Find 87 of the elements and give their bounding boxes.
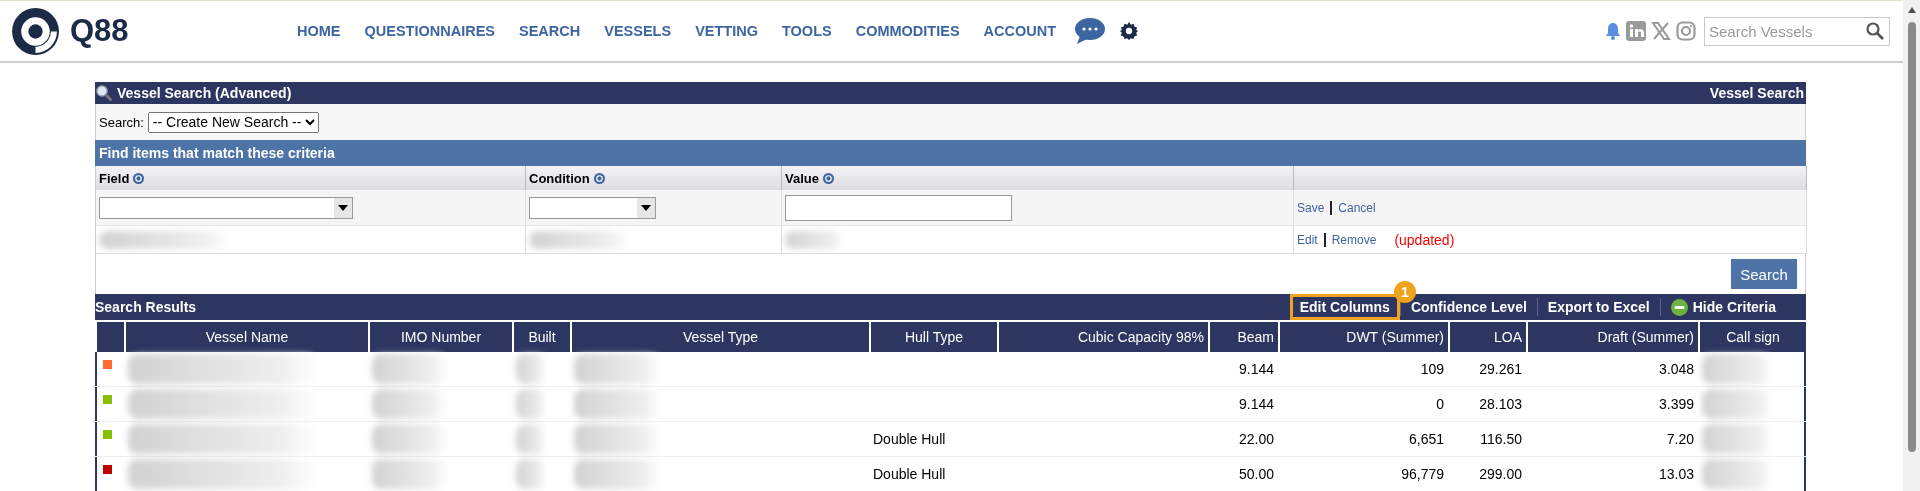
table-cell: 299.00	[1479, 466, 1522, 482]
instagram-icon[interactable]	[1676, 21, 1696, 41]
table-cell: 7.20	[1666, 431, 1694, 447]
nav-link[interactable]: ACCOUNT	[983, 23, 1057, 39]
column-header[interactable]: Built	[512, 320, 570, 352]
search-field[interactable]: Search Vessels	[1704, 16, 1890, 46]
table-cell: 96,779	[1401, 466, 1444, 482]
blurred-text	[1702, 389, 1772, 419]
logo-icon	[10, 5, 61, 57]
saved-search-dropdown[interactable]: -- Create New Search --	[147, 111, 319, 133]
bell-icon[interactable]	[1605, 22, 1621, 40]
panel-subtitle: Vessel Search	[1709, 85, 1804, 101]
table-cell: 28.103	[1479, 396, 1522, 412]
nav-link[interactable]: HOME	[297, 23, 341, 39]
column-header[interactable]: Vessel Type	[570, 320, 869, 352]
table-cell: 6,651	[1408, 431, 1444, 447]
column-heading: Value	[785, 170, 819, 186]
table-cell: 3.048	[1658, 361, 1694, 377]
linkedin-icon[interactable]	[1626, 21, 1646, 41]
column-header[interactable]: LOA	[1448, 320, 1526, 352]
table-cell: 0	[1436, 396, 1444, 412]
action-link[interactable]: Save	[1297, 200, 1325, 215]
help-icon[interactable]	[133, 172, 145, 184]
scroll-up-arrow-icon[interactable]	[1906, 6, 1917, 14]
table-cell: 109	[1420, 361, 1444, 377]
column-header[interactable]: Beam	[1208, 320, 1278, 352]
column-header[interactable]: Cubic Capacity 98%	[997, 320, 1208, 352]
blurred-text	[785, 230, 845, 249]
value-field[interactable]	[785, 194, 1012, 221]
toolbar-link[interactable]: Edit Columns	[1289, 294, 1400, 320]
blurred-text	[1702, 424, 1772, 454]
toolbar-link[interactable]: Export to Excel	[1537, 294, 1660, 320]
magnifier-icon	[95, 84, 113, 102]
column-heading: Field	[99, 170, 130, 186]
blurred-text	[516, 354, 546, 384]
action-link[interactable]: Cancel	[1338, 200, 1376, 215]
help-icon[interactable]	[593, 172, 605, 184]
chat-bubble-icon[interactable]	[1074, 17, 1107, 45]
table-cell: Double Hull	[873, 466, 946, 482]
blurred-text	[1702, 459, 1772, 489]
panel-title: Vessel Search (Advanced)	[117, 85, 292, 101]
action-link[interactable]: Remove	[1331, 232, 1377, 247]
field-dropdown[interactable]	[99, 196, 353, 219]
column-heading: Condition	[529, 170, 590, 186]
nav-link[interactable]: QUESTIONNAIRES	[364, 23, 495, 39]
table-cell: 116.50	[1480, 431, 1522, 447]
settings-icon[interactable]	[1120, 22, 1139, 40]
column-header[interactable]: Call sign	[1698, 320, 1806, 352]
criteria-heading: Find items that match these criteria	[95, 140, 1806, 166]
brand-name[interactable]: Q88	[70, 13, 129, 49]
blurred-text	[516, 389, 546, 419]
status-note: (updated)	[1394, 231, 1455, 248]
blurred-text	[1702, 354, 1772, 384]
search-button[interactable]: Search	[1731, 259, 1797, 289]
column-header[interactable]: Draft (Summer)	[1526, 320, 1698, 352]
table-cell: 3.399	[1658, 396, 1694, 412]
x-logo-icon[interactable]	[1651, 21, 1671, 41]
results-title: Search Results	[95, 299, 197, 315]
blurred-text	[516, 459, 546, 489]
column-header[interactable]: IMO Number	[368, 320, 512, 352]
caret-icon	[338, 204, 348, 211]
table-cell: 9.144	[1238, 361, 1274, 377]
table-cell: 9.144	[1238, 396, 1274, 412]
search-icon[interactable]	[1866, 21, 1884, 40]
table-cell: Double Hull	[873, 431, 946, 447]
nav-link[interactable]: SEARCH	[519, 23, 581, 39]
table-cell: 22.00	[1238, 431, 1274, 447]
table-cell: 13.03	[1658, 466, 1694, 482]
condition-dropdown[interactable]	[529, 196, 656, 219]
search-label: Search:	[99, 114, 144, 130]
column-header[interactable]: Hull Type	[869, 320, 997, 352]
nav-link[interactable]: VETTING	[695, 23, 758, 39]
nav-link[interactable]: TOOLS	[782, 23, 832, 39]
help-icon[interactable]	[822, 172, 834, 184]
step-badge: 1	[1393, 281, 1416, 303]
nav-link[interactable]: COMMODITIES	[855, 23, 960, 39]
nav-link[interactable]: VESSELS	[604, 23, 672, 39]
scrollbar-thumb[interactable]	[1907, 22, 1916, 452]
column-header[interactable]: DWT (Summer)	[1278, 320, 1448, 352]
action-link[interactable]: Edit	[1297, 232, 1318, 247]
toolbar-link[interactable]: Hide Criteria	[1660, 293, 1786, 321]
blurred-text	[516, 424, 546, 454]
minus-icon	[1670, 298, 1688, 316]
caret-icon	[641, 204, 651, 211]
table-cell: 50.00	[1238, 466, 1274, 482]
column-header[interactable]: Vessel Name	[124, 320, 368, 352]
table-cell: 29.261	[1479, 361, 1522, 377]
